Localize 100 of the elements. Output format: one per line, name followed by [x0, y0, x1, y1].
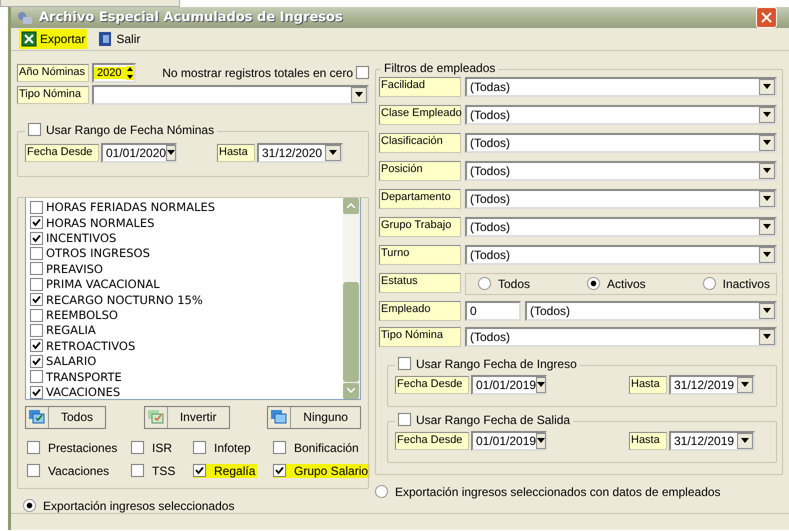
checkbox[interactable]	[30, 308, 43, 322]
scrollbar[interactable]	[343, 198, 360, 399]
checkbox[interactable]	[131, 441, 144, 454]
filter-dropdown[interactable]: (Todos)	[465, 132, 777, 153]
list-item[interactable]: PRIMA VACACIONAL	[46, 277, 160, 292]
checkbox[interactable]	[30, 216, 43, 230]
option-checkbox[interactable]: Infotep	[193, 440, 253, 455]
option-checkbox[interactable]: Prestaciones	[27, 440, 120, 455]
date-field[interactable]: 31/12/2019	[669, 430, 755, 451]
dropdown-button[interactable]	[737, 432, 753, 449]
dropdown-button[interactable]	[759, 246, 775, 263]
checkbox[interactable]	[27, 464, 40, 478]
dropdown-button[interactable]	[759, 302, 775, 319]
field-label: Año Nóminas	[17, 64, 89, 82]
filter-dropdown[interactable]: (Todas)	[465, 76, 777, 97]
filter-dropdown[interactable]: (Todos)	[465, 244, 777, 265]
option-checkbox[interactable]: Vacaciones	[27, 464, 112, 478]
list-item[interactable]: REGALIA	[46, 323, 96, 338]
checkbox[interactable]	[27, 441, 40, 454]
list-item[interactable]: OTROS INGRESOS	[46, 246, 150, 260]
checkbox[interactable]	[30, 370, 43, 384]
dropdown-button[interactable]	[166, 144, 176, 161]
caret-icon	[741, 382, 749, 388]
dropdown-button[interactable]	[325, 144, 341, 161]
filter-dropdown[interactable]: (Todos)	[465, 188, 777, 209]
caret-icon	[763, 84, 771, 90]
dropdown-button[interactable]	[536, 432, 546, 449]
filter-dropdown[interactable]: (Todos)	[525, 300, 777, 321]
filter-dropdown[interactable]: (Todos)	[465, 104, 777, 125]
dropdown-button[interactable]	[351, 86, 367, 103]
checkbox[interactable]	[30, 339, 43, 352]
radio-button[interactable]	[23, 499, 36, 512]
checkbox[interactable]	[30, 246, 43, 260]
dropdown-button[interactable]	[759, 78, 775, 95]
dropdown-button[interactable]	[759, 190, 775, 207]
filter-dropdown[interactable]: (Todos)	[465, 326, 777, 347]
checkbox[interactable]	[131, 464, 144, 478]
list-item[interactable]: SALARIO	[46, 354, 96, 368]
list-item[interactable]: HORAS FERIADAS NORMALES	[46, 200, 216, 214]
list-button[interactable]: Todos	[25, 406, 106, 429]
field-label: Fecha Desde	[395, 432, 469, 450]
checkbox[interactable]	[28, 123, 41, 136]
list-item[interactable]: TRANSPORTE	[46, 370, 122, 384]
date-field[interactable]: 01/01/2019	[471, 374, 547, 395]
checkbox[interactable]	[356, 66, 369, 80]
dropdown-button[interactable]	[759, 218, 775, 235]
caret-icon	[167, 150, 176, 156]
list-item[interactable]: VACACIONES	[46, 385, 120, 399]
checkbox[interactable]	[273, 464, 286, 478]
list-item[interactable]: INCENTIVOS	[46, 231, 116, 246]
dropdown-button[interactable]	[737, 376, 753, 393]
checkbox[interactable]	[30, 278, 43, 291]
scroll-thumb[interactable]	[343, 282, 359, 382]
filter-dropdown[interactable]: (Todos)	[465, 160, 777, 181]
list-item[interactable]: RECARGO NOCTURNO 15%	[46, 292, 203, 307]
list-button[interactable]: Ninguno	[267, 406, 361, 429]
checkbox[interactable]	[30, 386, 43, 398]
option-checkbox[interactable]: Bonificación	[273, 440, 361, 455]
list-item[interactable]: REEMBOLSO	[46, 308, 118, 322]
dropdown-button[interactable]	[536, 376, 546, 393]
checkbox[interactable]	[30, 354, 43, 368]
checkbox[interactable]	[398, 357, 411, 370]
checkbox[interactable]	[30, 232, 43, 245]
list-item[interactable]: HORAS NORMALES	[46, 216, 154, 230]
date-field[interactable]: 01/01/2019	[471, 430, 547, 451]
checkbox[interactable]	[193, 464, 206, 478]
checkbox[interactable]	[30, 200, 43, 214]
date-field[interactable]: 31/12/2020	[257, 142, 343, 163]
checkbox[interactable]	[30, 262, 43, 276]
door-icon	[97, 30, 114, 47]
year-spinner[interactable]: 2020	[92, 62, 136, 83]
filter-dropdown[interactable]: (Todos)	[465, 216, 777, 237]
radio-button[interactable]	[375, 485, 388, 498]
list-item[interactable]: PREAVISO	[46, 262, 103, 276]
checkbox[interactable]	[193, 441, 206, 454]
option-checkbox[interactable]: TSS	[131, 464, 178, 478]
dropdown-button[interactable]	[759, 328, 775, 345]
dropdown-button[interactable]	[759, 162, 775, 179]
checkbox[interactable]	[398, 413, 411, 426]
checkbox[interactable]	[273, 441, 286, 454]
radio-button[interactable]	[586, 277, 600, 290]
toolbar-button[interactable]: Exportar	[19, 28, 88, 49]
option-checkbox[interactable]: Regalía	[193, 464, 258, 478]
radio-button[interactable]	[702, 277, 716, 290]
option-label: No mostrar registros totales en cero	[162, 66, 353, 80]
toolbar-button[interactable]: Salir	[95, 28, 142, 49]
option-checkbox[interactable]: Grupo Salario	[273, 464, 370, 478]
field-label: Turno	[379, 244, 461, 265]
date-field[interactable]: 31/12/2019	[669, 374, 755, 395]
list-item[interactable]: RETROACTIVOS	[46, 338, 136, 353]
radio-button[interactable]	[478, 277, 491, 290]
close-button[interactable]	[756, 7, 777, 28]
dropdown-button[interactable]	[759, 134, 775, 151]
date-field[interactable]: 01/01/2020	[101, 142, 177, 163]
checkbox[interactable]	[30, 293, 43, 306]
code-field[interactable]: 0	[465, 300, 521, 321]
checkbox[interactable]	[30, 324, 43, 337]
option-checkbox[interactable]: ISR	[131, 440, 174, 455]
list-button[interactable]: Invertir	[144, 406, 230, 429]
dropdown-button[interactable]	[759, 106, 775, 123]
